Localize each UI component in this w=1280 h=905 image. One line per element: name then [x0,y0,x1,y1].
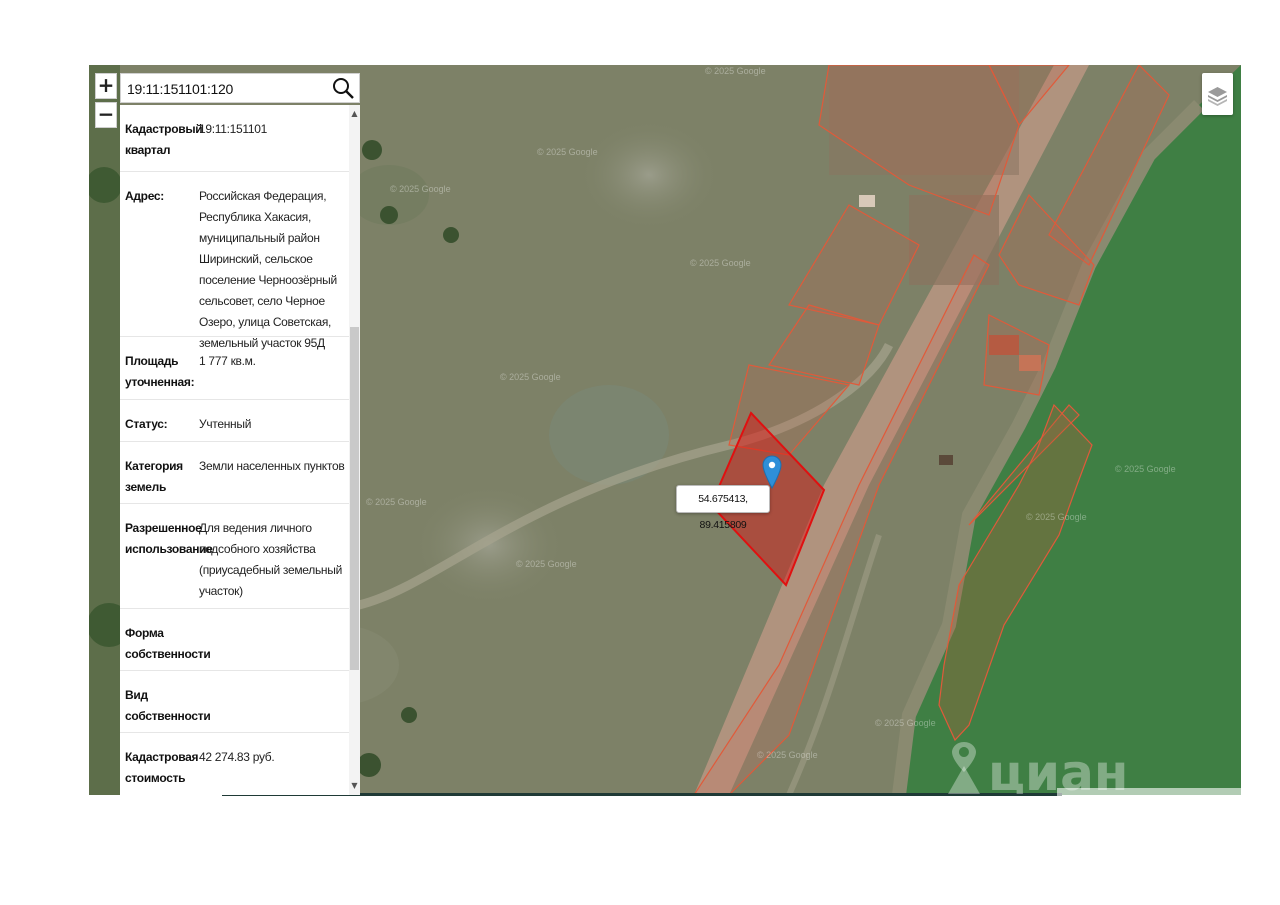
parcel-info-list: Кадастровый квартал 19:11:151101 Адрес: … [120,105,349,795]
info-label: Категория земель [125,459,183,494]
map-copyright: © 2025 Google [690,258,751,268]
map-copyright: © 2025 Google [1115,464,1176,474]
info-value: Для ведения личного подсобного хозяйства… [199,521,342,598]
info-row-address: Адрес: Российская Федерация, Республика … [120,172,349,350]
info-value [199,685,349,722]
cian-watermark-logo: циан [948,742,1128,794]
info-row-ownership-type: Вид собственности [120,671,349,733]
map-copyright: © 2025 Google [757,750,818,760]
parcel-info-panel: Кадастровый квартал 19:11:151101 Адрес: … [120,105,360,795]
panel-scrollbar-thumb[interactable] [350,327,359,670]
zoom-out-button[interactable]: − [95,102,117,128]
map-pin-icon[interactable] [762,455,782,489]
info-label: Форма собственности [125,626,211,661]
info-value: 19:11:151101 [199,122,268,136]
info-value: 42 274.83 руб. [199,750,275,764]
zoom-in-button[interactable]: + [95,73,117,99]
layers-button[interactable] [1202,73,1233,115]
info-label: Статус: [125,417,168,431]
info-label: Разрешенное использование [125,521,213,556]
map-copyright: © 2025 Google [516,559,577,569]
info-row-status: Статус: Учтенный [120,400,349,442]
info-row-ownership-form: Форма собственности [120,609,349,671]
info-label: Кадастровый квартал [125,122,203,157]
scroll-up-arrow-icon[interactable]: ▲ [349,109,360,121]
map-copyright: © 2025 Google [875,718,936,728]
cadastral-search-input[interactable] [125,76,329,102]
info-row-cadastral-quarter: Кадастровый квартал 19:11:151101 [120,105,349,172]
info-value: Российская Федерация, Республика Хакасия… [199,189,337,350]
info-row-land-category: Категория земель Земли населенных пункто… [120,442,349,504]
info-label: Вид собственности [125,688,211,723]
info-value: 1 777 кв.м. [199,354,256,368]
scroll-down-arrow-icon[interactable]: ▼ [349,781,360,793]
svg-text:циан: циан [988,744,1128,794]
info-label: Площадь уточненная: [125,354,195,389]
coordinates-tooltip: 54.675413, 89.415809 [676,485,770,531]
info-row-permitted-use: Разрешенное использование Для ведения ли… [120,504,349,609]
cadastral-search-bar [120,73,360,103]
info-label: Кадастровая стоимость [125,750,199,785]
map-copyright: © 2025 Google [1026,512,1087,522]
map-copyright: © 2025 Google [537,147,598,157]
map-copyright: © 2025 Google [390,184,451,194]
info-value: Учтенный [199,417,252,431]
info-label: Адрес: [125,189,164,203]
search-icon[interactable] [331,76,355,100]
map-copyright: © 2025 Google [366,497,427,507]
info-row-cadastral-value: Кадастровая стоимость 42 274.83 руб. [120,733,349,795]
map-copyright: © 2025 Google [705,66,766,76]
layers-icon [1208,87,1227,106]
map-copyright: © 2025 Google [500,372,561,382]
info-value [199,623,349,660]
info-value: Земли населенных пунктов [199,459,345,473]
